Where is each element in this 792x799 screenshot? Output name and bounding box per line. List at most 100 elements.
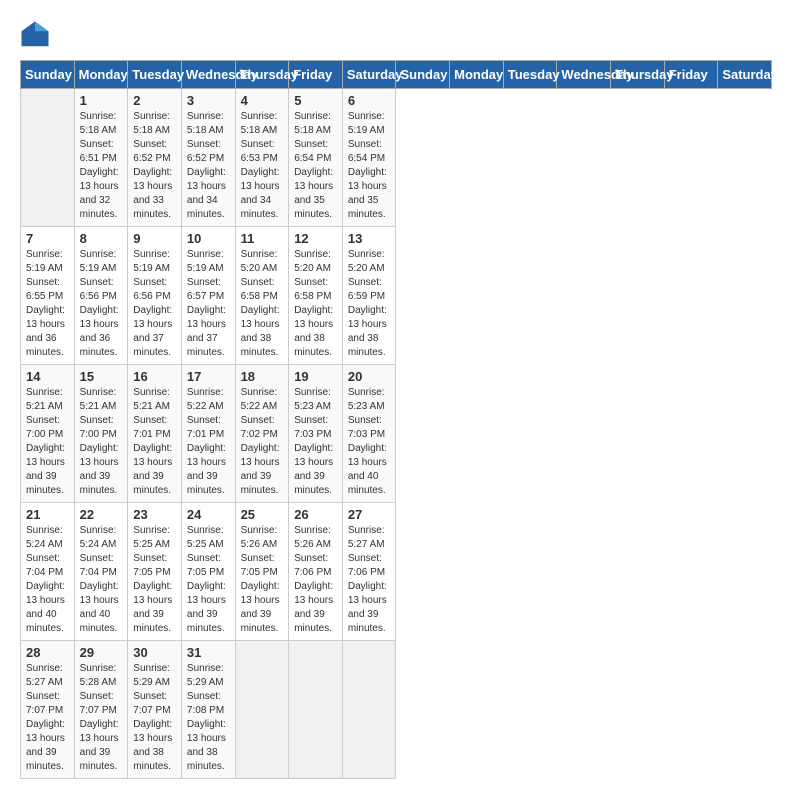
cell-info: Sunrise: 5:24 AMSunset: 7:04 PMDaylight:… [80,524,123,636]
header-tuesday: Tuesday [128,61,182,89]
header-monday: Monday [450,61,504,89]
header-tuesday: Tuesday [503,61,557,89]
calendar-cell: 12Sunrise: 5:20 AMSunset: 6:58 PMDayligh… [289,227,343,365]
header-saturday: Saturday [342,61,396,89]
calendar-week-row: 28Sunrise: 5:27 AMSunset: 7:07 PMDayligh… [21,641,772,779]
calendar-cell [235,641,289,779]
cell-info: Sunrise: 5:25 AMSunset: 7:05 PMDaylight:… [187,524,230,636]
day-number: 19 [294,369,337,384]
calendar-cell [342,641,396,779]
day-number: 31 [187,645,230,660]
calendar-cell: 23 Sunrise: 5:25 AMSunset: 7:05 PMDayligh… [128,503,182,641]
cell-info: Sunrise: 5:23 AMSunset: 7:03 PMDaylight:… [294,386,337,498]
cell-info: Sunrise: 5:26 AMSunset: 7:06 PMDaylight:… [294,524,337,636]
calendar-cell: 17 Sunrise: 5:22 AMSunset: 7:01 PMDayligh… [181,365,235,503]
day-number: 29 [80,645,123,660]
day-number: 26 [294,507,337,522]
calendar-cell: 18 Sunrise: 5:22 AMSunset: 7:02 PMDayligh… [235,365,289,503]
day-number: 25 [241,507,284,522]
calendar-table: SundayMondayTuesdayWednesdayThursdayFrid… [20,60,772,779]
cell-info: Sunrise: 5:29 AMSunset: 7:08 PMDaylight:… [187,662,230,774]
header-thursday: Thursday [611,61,665,89]
calendar-cell: 22 Sunrise: 5:24 AMSunset: 7:04 PMDayligh… [74,503,128,641]
cell-info: Sunrise: 5:18 AMSunset: 6:54 PMDaylight:… [294,110,337,222]
cell-info: Sunrise: 5:19 AMSunset: 6:56 PMDaylight:… [80,248,123,360]
day-number: 30 [133,645,176,660]
cell-info: Sunrise: 5:19 AMSunset: 6:55 PMDaylight:… [26,248,69,360]
calendar-cell: 4 Sunrise: 5:18 AMSunset: 6:53 PMDaylight… [235,89,289,227]
calendar-cell: 6Sunrise: 5:19 AMSunset: 6:54 PMDaylight… [342,89,396,227]
calendar-cell: 1 Sunrise: 5:18 AMSunset: 6:51 PMDaylight… [74,89,128,227]
calendar-cell [21,89,75,227]
calendar-cell: 11 Sunrise: 5:20 AMSunset: 6:58 PMDayligh… [235,227,289,365]
day-number: 17 [187,369,230,384]
calendar-cell: 13 Sunrise: 5:20 AMSunset: 6:59 PMDayligh… [342,227,396,365]
calendar-cell: 10 Sunrise: 5:19 AMSunset: 6:57 PMDayligh… [181,227,235,365]
day-number: 16 [133,369,176,384]
calendar-cell: 26 Sunrise: 5:26 AMSunset: 7:06 PMDayligh… [289,503,343,641]
cell-info: Sunrise: 5:18 AMSunset: 6:51 PMDaylight:… [80,110,123,222]
cell-info: Sunrise: 5:19 AMSunset: 6:57 PMDaylight:… [187,248,230,360]
cell-info: Sunrise: 5:26 AMSunset: 7:05 PMDaylight:… [241,524,284,636]
day-number: 11 [241,231,284,246]
day-number: 18 [241,369,284,384]
cell-info: Sunrise: 5:22 AMSunset: 7:01 PMDaylight:… [187,386,230,498]
cell-info: Sunrise: 5:22 AMSunset: 7:02 PMDaylight:… [241,386,284,498]
day-number: 2 [133,93,176,108]
calendar-cell: 7 Sunrise: 5:19 AMSunset: 6:55 PMDaylight… [21,227,75,365]
day-number: 9 [133,231,176,246]
cell-info: Sunrise: 5:28 AMSunset: 7:07 PMDaylight:… [80,662,123,774]
cell-info: Sunrise: 5:25 AMSunset: 7:05 PMDaylight:… [133,524,176,636]
cell-info: Sunrise: 5:18 AMSunset: 6:52 PMDaylight:… [187,110,230,222]
header-friday: Friday [289,61,343,89]
logo-icon [20,20,50,50]
day-number: 10 [187,231,230,246]
calendar-cell: 31 Sunrise: 5:29 AMSunset: 7:08 PMDayligh… [181,641,235,779]
day-number: 15 [80,369,123,384]
day-number: 23 [133,507,176,522]
day-number: 13 [348,231,391,246]
day-number: 4 [241,93,284,108]
cell-info: Sunrise: 5:18 AMSunset: 6:53 PMDaylight:… [241,110,284,222]
calendar-cell: 21 Sunrise: 5:24 AMSunset: 7:04 PMDayligh… [21,503,75,641]
cell-info: Sunrise: 5:19 AMSunset: 6:54 PMDaylight:… [348,110,391,222]
cell-info: Sunrise: 5:18 AMSunset: 6:52 PMDaylight:… [133,110,176,222]
calendar-cell: 29 Sunrise: 5:28 AMSunset: 7:07 PMDayligh… [74,641,128,779]
calendar-cell: 20 Sunrise: 5:23 AMSunset: 7:03 PMDayligh… [342,365,396,503]
day-number: 22 [80,507,123,522]
calendar-header-row: SundayMondayTuesdayWednesdayThursdayFrid… [21,61,772,89]
calendar-week-row: 21 Sunrise: 5:24 AMSunset: 7:04 PMDayligh… [21,503,772,641]
day-number: 20 [348,369,391,384]
day-number: 28 [26,645,69,660]
calendar-cell: 9Sunrise: 5:19 AMSunset: 6:56 PMDaylight… [128,227,182,365]
cell-info: Sunrise: 5:23 AMSunset: 7:03 PMDaylight:… [348,386,391,498]
calendar-cell: 27 Sunrise: 5:27 AMSunset: 7:06 PMDayligh… [342,503,396,641]
cell-info: Sunrise: 5:20 AMSunset: 6:59 PMDaylight:… [348,248,391,360]
page-header [20,20,772,50]
calendar-cell: 19 Sunrise: 5:23 AMSunset: 7:03 PMDayligh… [289,365,343,503]
cell-info: Sunrise: 5:29 AMSunset: 7:07 PMDaylight:… [133,662,176,774]
header-saturday: Saturday [718,61,772,89]
cell-info: Sunrise: 5:21 AMSunset: 7:00 PMDaylight:… [80,386,123,498]
calendar-week-row: 1 Sunrise: 5:18 AMSunset: 6:51 PMDaylight… [21,89,772,227]
calendar-cell: 28Sunrise: 5:27 AMSunset: 7:07 PMDayligh… [21,641,75,779]
cell-info: Sunrise: 5:24 AMSunset: 7:04 PMDaylight:… [26,524,69,636]
calendar-cell: 15 Sunrise: 5:21 AMSunset: 7:00 PMDayligh… [74,365,128,503]
calendar-cell: 2 Sunrise: 5:18 AMSunset: 6:52 PMDaylight… [128,89,182,227]
calendar-cell: 25 Sunrise: 5:26 AMSunset: 7:05 PMDayligh… [235,503,289,641]
header-friday: Friday [664,61,718,89]
day-number: 27 [348,507,391,522]
day-number: 14 [26,369,69,384]
cell-info: Sunrise: 5:20 AMSunset: 6:58 PMDaylight:… [294,248,337,360]
day-number: 3 [187,93,230,108]
day-number: 7 [26,231,69,246]
calendar-cell: 8Sunrise: 5:19 AMSunset: 6:56 PMDaylight… [74,227,128,365]
cell-info: Sunrise: 5:20 AMSunset: 6:58 PMDaylight:… [241,248,284,360]
day-number: 21 [26,507,69,522]
day-number: 1 [80,93,123,108]
day-number: 24 [187,507,230,522]
calendar-week-row: 7 Sunrise: 5:19 AMSunset: 6:55 PMDaylight… [21,227,772,365]
cell-info: Sunrise: 5:27 AMSunset: 7:06 PMDaylight:… [348,524,391,636]
calendar-cell: 3 Sunrise: 5:18 AMSunset: 6:52 PMDaylight… [181,89,235,227]
calendar-cell: 16Sunrise: 5:21 AMSunset: 7:01 PMDayligh… [128,365,182,503]
